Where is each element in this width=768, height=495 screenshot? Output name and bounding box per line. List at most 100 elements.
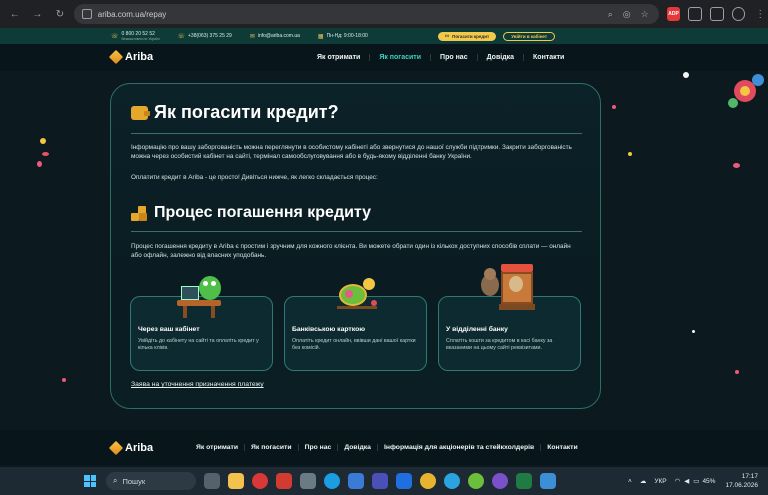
excel-icon[interactable]: [516, 473, 532, 489]
nav-help[interactable]: Довідка: [476, 54, 523, 61]
footer-menu: Як отримати Як погасити Про нас Довідка …: [190, 430, 584, 465]
phone-free[interactable]: ☏ 0 800 20 52 52 безкоштовно по Україні: [111, 31, 160, 41]
app-l-icon[interactable]: [276, 473, 292, 489]
page-title: Як погасити кредит?: [131, 102, 339, 123]
profile-icon[interactable]: [731, 7, 746, 21]
volume-icon[interactable]: ◀: [684, 477, 689, 485]
file-explorer-icon[interactable]: [228, 473, 244, 489]
hours-text: Пн-Нд: 9:00-18:00: [326, 33, 368, 39]
footer-help[interactable]: Довідка: [337, 444, 377, 451]
chevron-up-icon[interactable]: ˄: [628, 478, 632, 485]
eye-off-icon[interactable]: ◎: [623, 9, 631, 20]
app-grid-icon[interactable]: [300, 473, 316, 489]
app-n-icon[interactable]: [372, 473, 388, 489]
nav-contacts[interactable]: Контакти: [523, 54, 573, 61]
menu-dots-icon[interactable]: ⋮: [752, 6, 768, 22]
time-text: 17:17: [741, 473, 758, 480]
footer-about[interactable]: Про нас: [297, 444, 338, 451]
system-tray: ˄ ☁ УКР ◠ ◀ ▭ 45% 17:17 17.06.2026: [628, 467, 758, 495]
store-icon[interactable]: [348, 473, 364, 489]
edge-icon[interactable]: [324, 473, 340, 489]
browser-toolbar: ← → ↻ ariba.com.ua/repay ⌕ ◎ ☆ ADP ⋮: [0, 0, 768, 28]
footer-logo[interactable]: Ariba: [108, 440, 153, 456]
method-description: Увійдіть до кабінету на сайті та оплатіт…: [138, 338, 259, 351]
forward-icon[interactable]: →: [30, 6, 46, 22]
wallet-icon: [131, 105, 150, 120]
viber-icon[interactable]: [492, 473, 508, 489]
email-contact[interactable]: ✉ info@ariba.com.ua: [250, 33, 300, 40]
sidepanel-icon[interactable]: [710, 7, 724, 21]
language-indicator[interactable]: УКР: [654, 478, 666, 485]
frog-at-laptop-illustration: [173, 274, 229, 320]
method-description: Сплатіть кошти за кредитом в касі банку …: [446, 338, 553, 351]
url-text: ariba.com.ua/repay: [97, 9, 167, 19]
confetti-dot: [733, 163, 740, 168]
intro-paragraph: Інформацію про вашу заборгованість можна…: [131, 144, 572, 160]
calendar-icon: ▦: [317, 33, 324, 40]
method-title: Банківською карткою: [292, 326, 366, 333]
email-text: info@ariba.com.ua: [257, 33, 300, 39]
chameleon-illustration: [333, 276, 383, 318]
back-icon[interactable]: ←: [7, 6, 23, 22]
phone-icon: ☏: [111, 33, 119, 40]
date-text: 17.06.2026: [725, 482, 758, 489]
adblock-extension-icon[interactable]: ADP: [666, 7, 681, 21]
confetti-dot: [42, 152, 49, 156]
battery-icon[interactable]: ▭: [693, 477, 699, 485]
reload-icon[interactable]: ↻: [52, 6, 68, 22]
ariba-logo[interactable]: Ariba: [108, 49, 153, 65]
phone-mobile[interactable]: ☏ +38(063) 375 25 29: [178, 33, 232, 40]
phone-free-caption: безкоштовно по Україні: [121, 37, 160, 41]
dropbox-icon[interactable]: [396, 473, 412, 489]
bookmark-star-icon[interactable]: ☆: [641, 9, 649, 20]
main-menu: Як отримати Як погасити Про нас Довідка …: [308, 44, 573, 71]
app-phone-icon[interactable]: [540, 473, 556, 489]
bank-booth-illustration: [479, 260, 537, 318]
search-icon: ⌕: [113, 476, 118, 485]
pay-credit-button[interactable]: ▭ Погасити кредит: [437, 31, 497, 41]
windows-taskbar: ⌕ Пошук ˄ ☁ УКР ◠ ◀ ▭ 45% 17:17 17.06.20…: [0, 467, 768, 495]
confetti-dot: [628, 152, 632, 156]
process-paragraph: Процес погашення кредиту в Ariba є прост…: [131, 243, 571, 259]
windows-start-icon[interactable]: [84, 475, 96, 487]
payment-clarification-link[interactable]: Заява на уточнення призначення платежу: [131, 381, 264, 388]
flower-decoration: [726, 72, 768, 114]
opera-icon[interactable]: [252, 473, 268, 489]
login-cabinet-button[interactable]: Увійти в кабінет: [503, 31, 556, 41]
section-title: Процес погашення кредиту: [131, 204, 371, 222]
confetti-dot: [735, 370, 739, 374]
address-bar[interactable]: ariba.com.ua/repay ⌕ ◎ ☆: [73, 4, 659, 24]
ariba-logo-icon: [108, 440, 124, 456]
chrome-icon[interactable]: [420, 473, 436, 489]
repay-info-card: Як погасити кредит? Інформацію про вашу …: [110, 83, 601, 409]
nav-how-to-get[interactable]: Як отримати: [308, 54, 369, 61]
cloud-icon[interactable]: ☁: [640, 477, 647, 485]
working-hours: ▦ Пн-Нд: 9:00-18:00: [318, 33, 368, 40]
confetti-dot: [612, 105, 616, 109]
confetti-dot: [683, 72, 689, 78]
method-title: У відділенні банку: [446, 326, 508, 333]
ariba-logo-icon: [108, 49, 124, 65]
mail-icon: ✉: [249, 33, 255, 40]
site-info-icon[interactable]: [81, 9, 92, 19]
wifi-icon[interactable]: ◠: [675, 477, 681, 485]
footer-shareholders[interactable]: Інформація для акціонерів та стейкхолдер…: [376, 444, 540, 451]
task-view-icon[interactable]: [204, 473, 220, 489]
torrent-icon[interactable]: [468, 473, 484, 489]
phone-mobile-number: +38(063) 375 25 29: [188, 33, 232, 39]
confetti-dot: [40, 138, 46, 144]
nav-about[interactable]: Про нас: [430, 54, 477, 61]
extensions-puzzle-icon[interactable]: [688, 7, 703, 21]
card-icon: ▭: [444, 33, 450, 38]
divider: [131, 133, 582, 134]
clock[interactable]: 17:17 17.06.2026: [725, 472, 758, 490]
intro-paragraph-2: Оплатити кредит в Ariba - це просто! Див…: [131, 174, 378, 181]
confetti-dot: [692, 330, 695, 333]
footer-how-to-repay[interactable]: Як погасити: [244, 444, 298, 451]
taskbar-search[interactable]: ⌕ Пошук: [106, 472, 196, 490]
footer-how-to-get[interactable]: Як отримати: [190, 444, 244, 451]
footer-contacts[interactable]: Контакти: [540, 444, 583, 451]
nav-how-to-repay[interactable]: Як погасити: [369, 54, 430, 61]
zoom-icon[interactable]: ⌕: [608, 9, 613, 20]
telegram-icon[interactable]: [444, 473, 460, 489]
